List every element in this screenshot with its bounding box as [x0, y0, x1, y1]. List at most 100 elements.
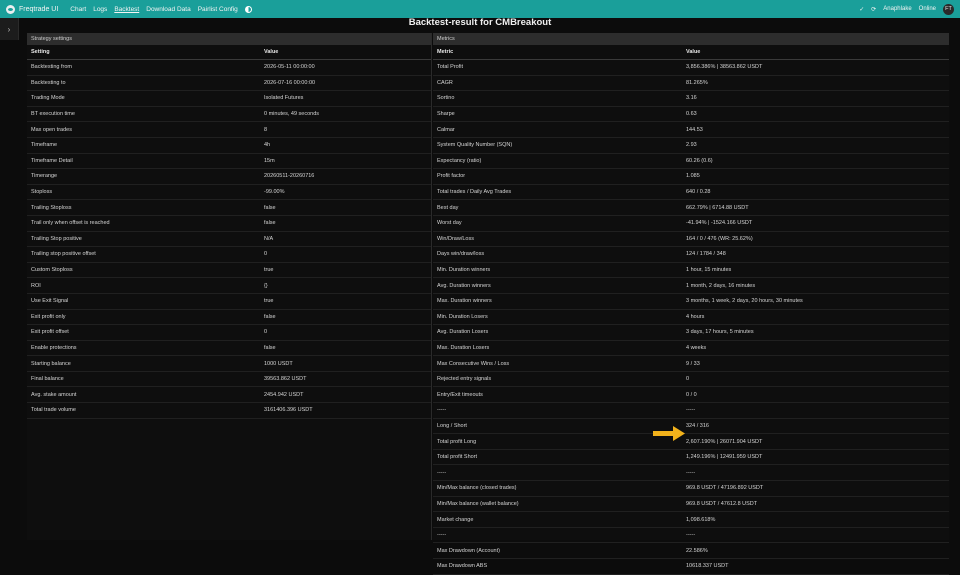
table-row: Max Consecutive Wins / Loss 9 / 33 [433, 356, 949, 372]
navbar-right: ✓ ⟳ Anaphlake Online FT [859, 3, 954, 15]
row-value: 2026-07-16 00:00:00 [264, 79, 316, 86]
table-row: Max Drawdown ABS 10618.337 USDT [433, 559, 949, 575]
row-value: 15m [264, 157, 275, 164]
row-value: 1,249.196% | 12491.959 USDT [686, 454, 763, 461]
nav-link-pairlist-config[interactable]: Pairlist Config [198, 6, 238, 13]
row-label: Max Drawdown (Account) [437, 547, 500, 554]
table-row: Timeframe 4h [27, 138, 431, 154]
row-label: Total Profit [437, 64, 463, 71]
row-label: Min. Duration winners [437, 267, 491, 274]
table-row: Max. Duration Losers 4 weeks [433, 341, 949, 357]
table-row: Win/Draw/Loss 164 / 0 / 476 (WR: 25.62%) [433, 232, 949, 248]
table-row: Max open trades 8 [27, 122, 431, 138]
row-value: ----- [686, 532, 696, 539]
row-label: Max open trades [31, 126, 72, 133]
table-row: Sharpe 0.63 [433, 107, 949, 123]
strategy-settings-header: Strategy settings [27, 33, 431, 45]
row-label: Stoploss [31, 189, 53, 196]
row-label: Calmar [437, 126, 455, 133]
row-value: false [264, 220, 276, 227]
row-value: 0 [264, 251, 268, 258]
table-row: Avg. Duration Losers 3 days, 17 hours, 5 … [433, 325, 949, 341]
row-value: 662.79% | 6714.88 USDT [686, 204, 749, 211]
row-label: Max Consecutive Wins / Loss [437, 360, 510, 367]
table-row: Min/Max balance (closed trades) 969.8 USD… [433, 481, 949, 497]
table-row: Worst day -41.94% | -1524.166 USDT [433, 216, 949, 232]
row-value: 1.085 [686, 173, 700, 180]
row-value: 2026-05-11 00:00:00 [264, 64, 315, 71]
row-label: Rejected entry signals [437, 376, 492, 383]
strategy-settings-panel: Strategy settings Setting Value Backtest… [27, 33, 432, 540]
row-label: Win/Draw/Loss [437, 235, 474, 242]
nav-link-logs[interactable]: Logs [93, 6, 107, 13]
row-value: -41.94% | -1524.166 USDT [686, 220, 753, 227]
nav-link-download-data[interactable]: Download Data [146, 6, 190, 13]
freqtrade-logo-icon[interactable] [6, 4, 15, 14]
page-title: Backtest-result for CMBreakout [408, 17, 552, 28]
nav-link-chart[interactable]: Chart [70, 6, 86, 13]
row-value: 144.53 [686, 126, 703, 133]
table-row: Trailing stop positive offset 0 [27, 247, 431, 263]
row-label: Total trades / Daily Avg Trades [437, 189, 512, 196]
nav-link-backtest[interactable]: Backtest [114, 6, 139, 13]
row-label: Total profit Long [437, 438, 477, 445]
row-label: Max. Duration winners [437, 298, 492, 305]
table-row: Long / Short 324 / 316 [433, 419, 949, 435]
row-value: 0 minutes, 49 seconds [264, 111, 320, 118]
table-row: Profit factor 1.085 [433, 169, 949, 185]
metrics-rows: Total Profit 3,856.386% | 38563.862 USDT C… [433, 60, 949, 575]
table-row: Total profit Short 1,249.196% | 12491.959… [433, 450, 949, 466]
row-label: Max Drawdown ABS [437, 563, 488, 570]
row-value: 8 [264, 126, 268, 133]
table-row: Timeframe Detail 15m [27, 154, 431, 170]
table-row: Min. Duration winners 1 hour, 15 minutes [433, 263, 949, 279]
table-row: ROI {} [27, 278, 431, 294]
table-row: Calmar 144.53 [433, 122, 949, 138]
row-label: ROI [31, 282, 41, 289]
avatar[interactable]: FT [943, 3, 954, 15]
row-value: 969.8 USDT / 47196.892 USDT [686, 485, 764, 492]
table-row: Min/Max balance (wallet balance) 969.8 US… [433, 497, 949, 513]
row-label: Exit profit only [31, 313, 66, 320]
row-label: Worst day [437, 220, 462, 227]
row-value: 0 [264, 329, 268, 336]
row-label: Backtesting to [31, 79, 66, 86]
table-row: Days win/draw/loss 124 / 1784 / 348 [433, 247, 949, 263]
theme-toggle-icon[interactable] [244, 5, 252, 13]
table-row: System Quality Number (SQN) 2.93 [433, 138, 949, 154]
row-value: 20260511-20260716 [264, 173, 315, 180]
table-row: ----- ----- [433, 465, 949, 482]
row-label: Total profit Short [437, 454, 478, 461]
refresh-icon[interactable]: ⟳ [871, 6, 876, 13]
table-row: BT execution time 0 minutes, 49 seconds [27, 107, 431, 123]
row-label: Min/Max balance (wallet balance) [437, 500, 519, 507]
check-icon[interactable]: ✓ [859, 6, 864, 13]
row-label: Min. Duration Losers [437, 313, 488, 320]
row-label: Starting balance [31, 360, 71, 367]
row-value: 2.93 [686, 142, 697, 149]
table-row: Trailing Stop positive N/A [27, 232, 431, 248]
table-row: Final balance 39563.862 USDT [27, 372, 431, 388]
row-label: Trailing Stoploss [31, 204, 72, 211]
brand-name[interactable]: Freqtrade UI [19, 6, 58, 13]
row-value: {} [264, 282, 268, 289]
row-value: 0.63 [686, 111, 697, 118]
row-label: Long / Short [437, 422, 467, 429]
row-label: Timeframe [31, 142, 58, 149]
row-label: Sortino [437, 95, 455, 102]
table-row: Total profit Long 2,607.190% | 26071.904 … [433, 434, 949, 450]
table-row: Starting balance 1000 USDT [27, 356, 431, 372]
table-row: Total Profit 3,856.386% | 38563.862 USDT [433, 60, 949, 76]
metrics-header: Metrics [433, 33, 949, 45]
row-label: Total trade volume [31, 407, 76, 414]
row-value: 10618.337 USDT [686, 563, 729, 570]
row-label: ----- [437, 532, 447, 539]
row-value: 0 [686, 376, 690, 383]
table-row: Market change 1,098.618% [433, 512, 949, 528]
row-value: 4h [264, 142, 271, 149]
row-label: Use Exit Signal [31, 298, 69, 305]
row-label: Days win/draw/loss [437, 251, 485, 258]
row-value: 969.8 USDT / 47612.8 USDT [686, 500, 758, 507]
table-row: Exit profit offset 0 [27, 325, 431, 341]
table-row: Entry/Exit timeouts 0 / 0 [433, 387, 949, 404]
